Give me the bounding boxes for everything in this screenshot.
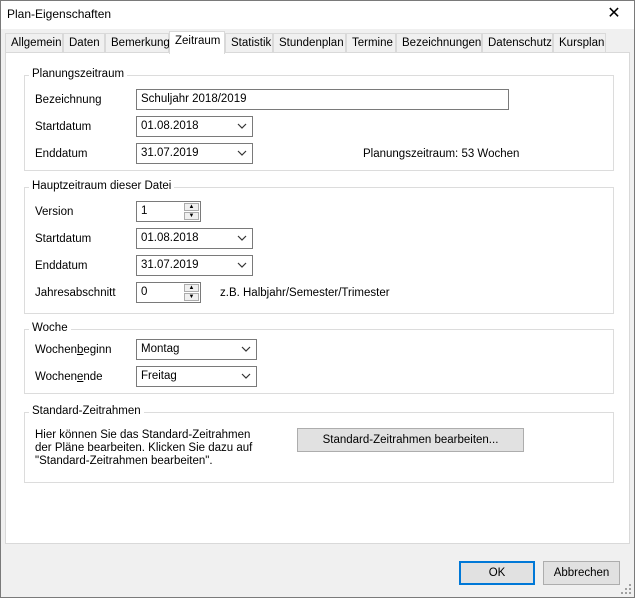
chevron-down-icon[interactable]: [236, 120, 248, 132]
group-title-woche: Woche: [29, 322, 71, 334]
jahresabschnitt-hint: z.B. Halbjahr/Semester/Trimester: [220, 287, 390, 299]
group-hauptzeitraum: Hauptzeitraum dieser Datei Version 1 ▲ ▼…: [24, 180, 614, 314]
group-woche: Woche Wochenbeginn Montag Wochenende Fre…: [24, 322, 614, 394]
tab-bezeichnungen[interactable]: Bezeichnungen: [396, 33, 482, 53]
wochenende-select[interactable]: Freitag: [136, 366, 257, 387]
haupt-enddatum-picker[interactable]: 31.07.2019: [136, 255, 253, 276]
spin-up-icon[interactable]: ▲: [184, 284, 199, 292]
version-label: Version: [35, 206, 74, 218]
haupt-startdatum-picker[interactable]: 01.08.2018: [136, 228, 253, 249]
resize-grip-icon[interactable]: [620, 583, 632, 595]
tab-daten[interactable]: Daten: [63, 33, 105, 53]
wochenende-label: Wochenende: [35, 371, 103, 383]
tab-panel-zeitraum: Planungszeitraum Bezeichnung Schuljahr 2…: [5, 52, 630, 544]
group-title-hauptzeitraum: Hauptzeitraum dieser Datei: [29, 180, 175, 192]
dialog-window: Plan-Eigenschaften ✕ Allgemein Daten Bem…: [0, 0, 635, 598]
window-title: Plan-Eigenschaften: [7, 7, 112, 21]
enddatum-label: Enddatum: [35, 148, 88, 160]
standard-zeitrahmen-description: Hier können Sie das Standard-Zeitrahmen …: [35, 429, 253, 467]
standard-zeitrahmen-edit-button[interactable]: Standard-Zeitrahmen bearbeiten...: [297, 428, 524, 452]
ok-button[interactable]: OK: [459, 561, 535, 585]
tab-zeitraum[interactable]: Zeitraum: [169, 31, 225, 54]
dialog-footer: OK Abbrechen: [1, 546, 634, 597]
title-bar: Plan-Eigenschaften ✕: [1, 1, 634, 29]
wochenbeginn-value: Montag: [141, 343, 180, 355]
group-standard-zeitrahmen: Standard-Zeitrahmen Hier können Sie das …: [24, 405, 614, 483]
wochenbeginn-label: Wochenbeginn: [35, 344, 112, 356]
bezeichnung-label: Bezeichnung: [35, 94, 102, 106]
planungszeitraum-info: Planungszeitraum: 53 Wochen: [363, 148, 520, 160]
cancel-button[interactable]: Abbrechen: [543, 561, 620, 585]
tab-stundenplan[interactable]: Stundenplan: [273, 33, 346, 53]
tab-bemerkung[interactable]: Bemerkung: [105, 33, 170, 53]
enddatum-value: 31.07.2019: [141, 147, 199, 159]
haupt-startdatum-value: 01.08.2018: [141, 232, 199, 244]
jahresabschnitt-label: Jahresabschnitt: [35, 287, 116, 299]
chevron-down-icon[interactable]: [240, 343, 252, 355]
tab-statistik[interactable]: Statistik: [225, 33, 273, 53]
group-title-standard-zeitrahmen: Standard-Zeitrahmen: [29, 405, 144, 417]
tab-kursplan[interactable]: Kursplan: [553, 33, 606, 53]
startdatum-picker[interactable]: 01.08.2018: [136, 116, 253, 137]
tab-strip: Allgemein Daten Bemerkung Zeitraum Stati…: [5, 31, 630, 54]
wochenende-value: Freitag: [141, 370, 177, 382]
chevron-down-icon[interactable]: [236, 259, 248, 271]
bezeichnung-input[interactable]: Schuljahr 2018/2019: [136, 89, 509, 110]
chevron-down-icon[interactable]: [236, 147, 248, 159]
version-spinner[interactable]: 1 ▲ ▼: [136, 201, 201, 222]
chevron-down-icon[interactable]: [240, 370, 252, 382]
haupt-enddatum-label: Enddatum: [35, 260, 88, 272]
enddatum-picker[interactable]: 31.07.2019: [136, 143, 253, 164]
tab-termine[interactable]: Termine: [346, 33, 396, 53]
spin-up-icon[interactable]: ▲: [184, 203, 199, 211]
startdatum-label: Startdatum: [35, 121, 92, 133]
group-planungszeitraum: Planungszeitraum Bezeichnung Schuljahr 2…: [24, 68, 614, 171]
tab-datenschutz[interactable]: Datenschutz: [482, 33, 553, 53]
spin-down-icon[interactable]: ▼: [184, 293, 199, 301]
jahresabschnitt-value: 0: [141, 286, 148, 298]
jahresabschnitt-spinner[interactable]: 0 ▲ ▼: [136, 282, 201, 303]
version-value: 1: [141, 205, 148, 217]
wochenbeginn-select[interactable]: Montag: [136, 339, 257, 360]
haupt-startdatum-label: Startdatum: [35, 233, 92, 245]
spin-down-icon[interactable]: ▼: [184, 212, 199, 220]
group-title-planungszeitraum: Planungszeitraum: [29, 68, 128, 80]
chevron-down-icon[interactable]: [236, 232, 248, 244]
close-icon[interactable]: ✕: [594, 1, 634, 29]
tab-allgemein[interactable]: Allgemein: [5, 33, 63, 53]
haupt-enddatum-value: 31.07.2019: [141, 259, 199, 271]
startdatum-value: 01.08.2018: [141, 120, 199, 132]
